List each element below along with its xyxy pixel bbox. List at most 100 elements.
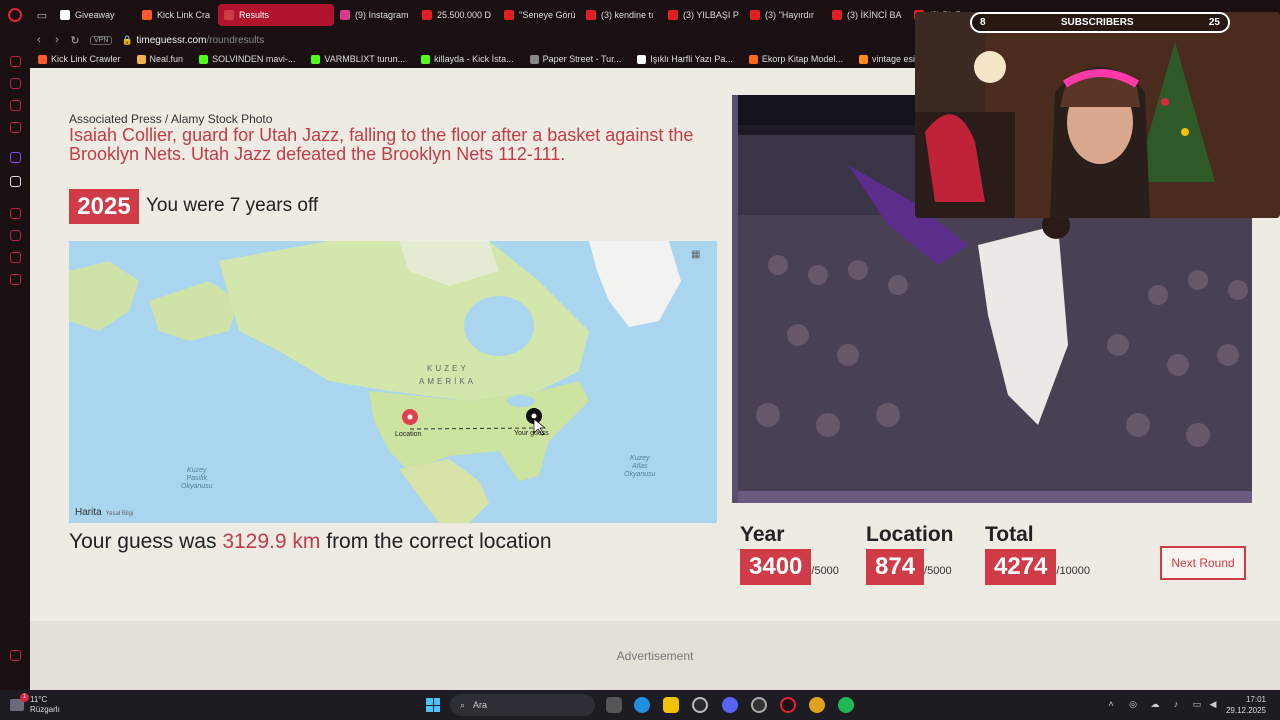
tab-favicon-icon [750, 10, 760, 20]
workspaces-icon[interactable]: ▭ [30, 0, 54, 30]
bookmark-favicon-icon [311, 54, 321, 64]
tab-label: (3) İKİNCİ BA [847, 10, 902, 20]
tab-favicon-icon [340, 10, 350, 20]
messenger-icon[interactable] [10, 78, 21, 89]
bookmark-item[interactable]: Ekorp Kitap Model... [741, 54, 851, 64]
bookmark-item[interactable]: Işıklı Harfli Yazı Pa... [629, 54, 741, 64]
weather-badge: 1 [20, 693, 29, 702]
bookmark-favicon-icon [421, 54, 431, 64]
bookmark-item[interactable]: SOLVINDEN mavi-... [191, 54, 303, 64]
bookmark-label: Neal.fun [149, 54, 184, 64]
bookmark-item[interactable]: Kick Link Crawler [30, 54, 129, 64]
tab-label: (9) Instagram [355, 10, 409, 20]
taskbar-clock[interactable]: 17:01 29.12.2025 [1226, 694, 1266, 716]
great-lakes-shape [507, 395, 535, 407]
microphone-icon[interactable]: ♪ [1170, 699, 1182, 711]
extensions-icon[interactable] [10, 252, 21, 263]
lock-icon[interactable]: 🔒 [118, 35, 136, 46]
bookmark-favicon-icon [637, 54, 647, 64]
next-round-button[interactable]: Next Round [1160, 546, 1246, 580]
bookmark-favicon-icon [38, 54, 47, 64]
onedrive-icon[interactable]: ☁ [1149, 699, 1161, 711]
photo-caption: Isaiah Collier, guard for Utah Jazz, fal… [69, 125, 694, 164]
obs-icon[interactable] [751, 697, 767, 713]
continent-label-line1: KUZEY [427, 364, 469, 373]
weather-widget[interactable]: 11°C Rüzgarlı [30, 695, 60, 715]
browser-tab[interactable]: (9) Instagram [334, 4, 416, 26]
taskbar-search[interactable]: ⌕ Ara [450, 694, 595, 716]
tray-app-icon[interactable]: ◎ [1127, 699, 1139, 711]
bookmark-label: killayda - Kick İsta... [434, 54, 514, 64]
opera-gx-icon[interactable] [780, 697, 796, 713]
alaska-shape [149, 281, 239, 341]
chrome-icon[interactable] [809, 697, 825, 713]
bookmark-favicon-icon [136, 54, 146, 64]
tab-label: 25.500.000 D [437, 10, 492, 20]
browser-tab[interactable]: ''Seneye Görü [498, 4, 580, 26]
subscriber-title: SUBSCRIBERS [1060, 17, 1134, 28]
browser-tab[interactable]: 25.500.000 D [416, 4, 498, 26]
instagram-icon[interactable] [10, 122, 21, 133]
browser-tab[interactable]: (3) YILBAŞI P [662, 4, 744, 26]
bookmark-favicon-icon [858, 54, 868, 64]
map-attribution: Harita Yasal Bilgi [75, 507, 134, 518]
bookmark-favicon-icon [748, 54, 758, 64]
tray-chevron-icon[interactable]: ˄ [1105, 699, 1117, 711]
file-explorer-icon[interactable] [663, 697, 679, 713]
spotify-icon[interactable] [838, 697, 854, 713]
browser-tab[interactable]: Kick Link Cra [136, 4, 218, 26]
gx-icon[interactable] [10, 650, 21, 661]
browser-tab[interactable]: (3) ''Hayırdır [744, 4, 826, 26]
volume-icon[interactable]: ◀ [1207, 699, 1219, 711]
results-map[interactable]: KUZEY AMERİKA Kuzey Pasifik Okyanusu Kuzey… [69, 241, 717, 523]
back-icon[interactable]: ‹ [30, 34, 48, 46]
vpn-badge[interactable]: VPN [90, 35, 113, 45]
map-type-icon[interactable]: ▦ [691, 249, 707, 263]
browser-tab[interactable]: (3) İKİNCİ BA [826, 4, 908, 26]
bookmark-label: SOLVINDEN mavi-... [212, 54, 296, 64]
browser-tab[interactable]: Giveaway [54, 4, 136, 26]
whatsapp-icon[interactable] [10, 100, 21, 111]
opera-logo-icon[interactable] [0, 0, 30, 30]
history-icon[interactable] [10, 230, 21, 241]
location-score-value: 874 [866, 549, 925, 585]
player-icon[interactable] [10, 208, 21, 219]
legal-link[interactable]: Yasal Bilgi [106, 511, 134, 517]
windows-start-icon[interactable] [426, 698, 440, 712]
bookmark-item[interactable]: killayda - Kick İsta... [413, 54, 522, 64]
steam-icon[interactable] [692, 697, 708, 713]
tab-favicon-icon [586, 10, 596, 20]
url-field[interactable]: timeguessr.com/roundresults [136, 35, 264, 46]
network-icon[interactable]: ▭ [1191, 699, 1203, 711]
tab-favicon-icon [504, 10, 514, 20]
x-icon[interactable] [10, 176, 21, 187]
bookmark-item[interactable]: VARMBLIXT turun... [303, 54, 413, 64]
aria-icon[interactable] [10, 56, 21, 67]
subscriber-goal-bar: 8 SUBSCRIBERS 25 [970, 12, 1230, 33]
distance-result: Your guess was 3129.9 km from the correc… [69, 530, 552, 553]
tab-favicon-icon [142, 10, 152, 20]
guess-pin-label: Your guess [514, 430, 549, 437]
bookmark-label: Ekorp Kitap Model... [761, 54, 843, 64]
forward-icon[interactable]: › [48, 34, 66, 46]
browser-tab[interactable]: Results [218, 4, 334, 26]
atlantic-label: Kuzey Atlas Okyanusu [624, 455, 656, 478]
continent-label-line2: AMERİKA [419, 377, 477, 386]
year-score: Year 3400/5000 [740, 523, 839, 585]
total-score: Total 4274/10000 [985, 523, 1090, 585]
bookmark-favicon-icon [199, 54, 209, 64]
mexico-shape [399, 459, 489, 523]
browser-tab[interactable]: (3) kendine tı [580, 4, 662, 26]
bookmark-item[interactable]: Neal.fun [129, 54, 192, 64]
tab-favicon-icon [832, 10, 842, 20]
bookmark-label: Işıklı Harfli Yazı Pa... [650, 54, 733, 64]
years-off-text: You were 7 years off [146, 195, 319, 216]
greenland-shape [589, 241, 681, 327]
reload-icon[interactable]: ↻ [66, 34, 84, 47]
bookmark-item[interactable]: Paper Street - Tur... [522, 54, 630, 64]
twitch-icon[interactable] [10, 152, 21, 163]
settings-icon[interactable] [10, 274, 21, 285]
task-view-icon[interactable] [606, 697, 622, 713]
edge-icon[interactable] [634, 697, 650, 713]
discord-icon[interactable] [722, 697, 738, 713]
